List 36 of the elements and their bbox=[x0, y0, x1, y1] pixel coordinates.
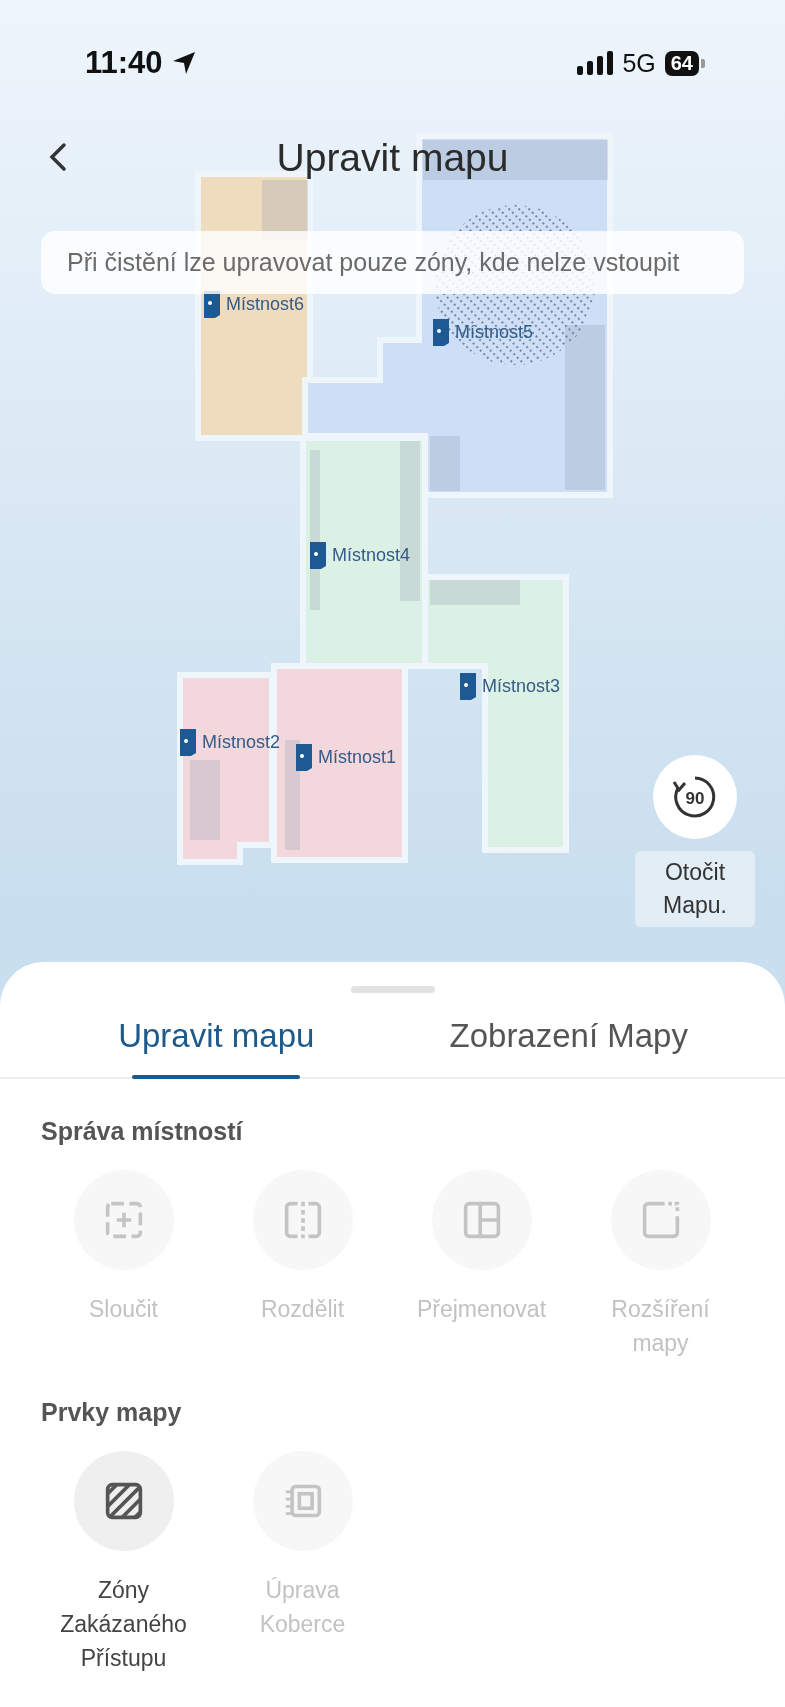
page-title: Upravit mapu bbox=[276, 136, 509, 180]
status-time: 11:40 bbox=[85, 45, 163, 81]
room-label: Místnost4 bbox=[332, 545, 411, 565]
tool-label: Rozdělit bbox=[259, 1295, 346, 1324]
battery-tip-icon bbox=[701, 58, 705, 68]
page-corner-icon bbox=[640, 1200, 681, 1240]
door-icon bbox=[460, 673, 476, 700]
room-label: Místnost5 bbox=[455, 322, 534, 342]
tab[interactable]: Zobrazení Mapy bbox=[392, 1017, 745, 1077]
signal-icon bbox=[577, 51, 614, 75]
door-icon bbox=[180, 729, 196, 756]
split-icon bbox=[282, 1200, 323, 1240]
door-icon bbox=[310, 542, 326, 569]
info-banner: Při čistění lze upravovat pouze zóny, kde nelze vstoupit bbox=[41, 231, 744, 294]
tool-label: Rozšíření mapy bbox=[610, 1295, 711, 1358]
battery-indicator: 64 bbox=[664, 50, 699, 76]
tool-label: Zóny Zakázaného Přístupu bbox=[59, 1576, 188, 1673]
door-icon bbox=[433, 319, 449, 346]
drag-handle[interactable] bbox=[350, 986, 435, 993]
merge-icon bbox=[103, 1200, 144, 1240]
tab[interactable]: Upravit mapu bbox=[40, 1017, 393, 1077]
rotate-label: Otočit Mapu. bbox=[635, 851, 755, 927]
room-label: Místnost3 bbox=[482, 676, 561, 696]
tool-label: Přejmenovat bbox=[415, 1295, 548, 1324]
room-label: Místnost1 bbox=[318, 747, 397, 767]
door-icon bbox=[296, 744, 312, 771]
panel-layout-icon bbox=[461, 1200, 502, 1240]
tool-label: Sloučit bbox=[87, 1295, 159, 1324]
hatched-square-icon bbox=[103, 1481, 144, 1521]
section-title: Správa místností bbox=[41, 1117, 244, 1146]
network-type: 5G bbox=[622, 48, 656, 78]
room-label: Místnost6 bbox=[226, 294, 305, 314]
room-label: Místnost2 bbox=[202, 732, 281, 752]
tool-label: Úprava Koberce bbox=[258, 1576, 347, 1639]
rotate-button[interactable]: 90 bbox=[653, 755, 737, 839]
section-title: Prvky mapy bbox=[41, 1398, 183, 1427]
